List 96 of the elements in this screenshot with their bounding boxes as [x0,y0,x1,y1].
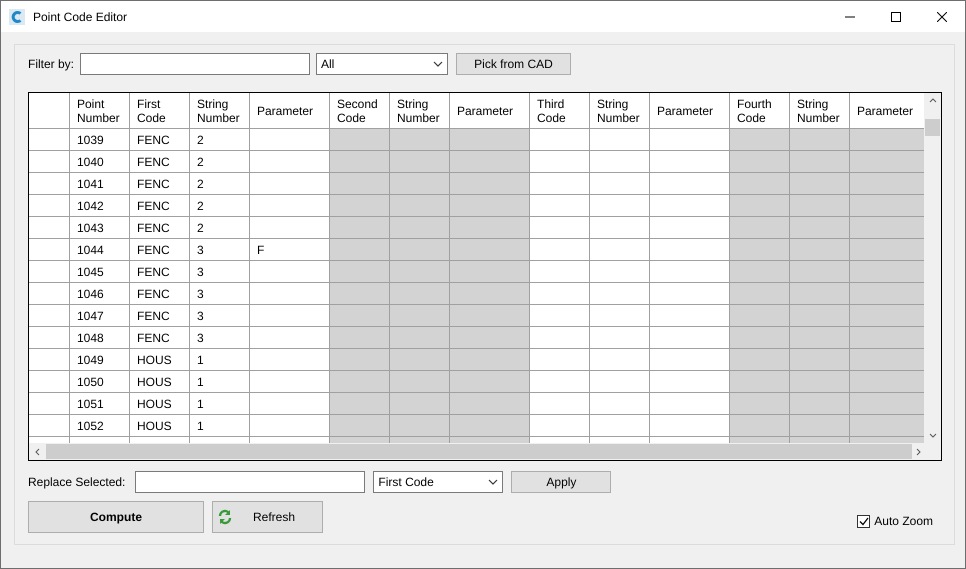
table-cell: FENC [130,261,190,283]
table-cell: 1048 [70,327,130,349]
table-cell: F [250,239,330,261]
row-header[interactable] [29,129,70,151]
table-cell: FENC [130,283,190,305]
table-cell: FENC [130,305,190,327]
table-cell: 3 [190,261,250,283]
table-cell: 2 [190,195,250,217]
table-cell: HOUS [130,415,190,437]
column-header[interactable]: Parameter [450,93,530,129]
table-cell: 3 [190,305,250,327]
filter-dropdown[interactable]: All [316,53,448,75]
table-cell: FENC [130,217,190,239]
table-cell: 1040 [70,151,130,173]
chevron-down-icon [433,61,444,67]
table-cell: FENC [130,239,190,261]
app-logo-icon [9,8,25,24]
row-header[interactable] [29,305,70,327]
table-cell: HOUS [130,371,190,393]
column-header[interactable]: String Number [390,93,450,129]
column-header[interactable]: First Code [130,93,190,129]
row-header[interactable] [29,349,70,371]
horizontal-scrollbar[interactable] [29,443,941,460]
table-cell: 2 [190,217,250,239]
table-cell: 1051 [70,393,130,415]
replace-field[interactable] [135,471,366,493]
table-cell: FENC [130,327,190,349]
table-cell: HOUS [130,393,190,415]
table-cell: FENC [130,129,190,151]
scroll-thumb[interactable] [46,444,912,459]
column-header[interactable]: String Number [190,93,250,129]
table-cell: 1 [190,349,250,371]
table-cell: 1046 [70,283,130,305]
column-header[interactable]: Parameter [250,93,330,129]
row-header[interactable] [29,393,70,415]
column-header[interactable]: Parameter [650,93,730,129]
table-cell: 1 [190,393,250,415]
auto-zoom-checkbox[interactable] [857,514,870,528]
row-header[interactable] [29,283,70,305]
column-header[interactable]: Fourth Code [730,93,790,129]
table-cell: 1049 [70,349,130,371]
scroll-up-icon[interactable] [928,98,936,103]
table-cell: FENC [130,195,190,217]
table-cell: 1044 [70,239,130,261]
replace-selected-label: Replace Selected: [28,475,126,489]
table-cell: 1 [190,371,250,393]
scroll-left-icon[interactable] [35,448,40,456]
table-cell: FENC [130,151,190,173]
column-header[interactable]: Point Number [70,93,130,129]
chevron-down-icon [488,479,498,485]
filter-label: Filter by: [28,57,74,71]
row-header[interactable] [29,371,70,393]
row-header[interactable] [29,327,70,349]
scroll-down-icon[interactable] [928,433,936,438]
compute-button[interactable]: Compute [28,501,204,533]
table-cell: 3 [190,327,250,349]
table-cell: 2 [190,129,250,151]
pick-from-cad-button[interactable]: Pick from CAD [456,53,572,75]
column-header[interactable]: String Number [590,93,650,129]
table-cell: 1 [190,415,250,437]
row-header[interactable] [29,415,70,437]
refresh-button[interactable]: Refresh [212,501,323,533]
apply-button[interactable]: Apply [511,471,612,493]
column-header[interactable]: String Number [790,93,850,129]
scroll-thumb[interactable] [925,119,940,136]
table-cell: 1043 [70,217,130,239]
table-cell: 1047 [70,305,130,327]
table-cell: HOUS [130,349,190,371]
window-title: Point Code Editor [33,10,128,24]
table-cell: FENC [130,173,190,195]
scroll-right-icon[interactable] [916,448,921,456]
table-cell: 1045 [70,261,130,283]
table-cell: 2 [190,173,250,195]
vertical-scrollbar[interactable] [924,93,941,443]
table-cell: 3 [190,283,250,305]
row-header[interactable] [29,195,70,217]
row-header[interactable] [29,151,70,173]
row-header[interactable] [29,217,70,239]
filter-field[interactable] [80,53,310,75]
table-cell: 1041 [70,173,130,195]
column-header[interactable]: Second Code [330,93,390,129]
replace-column-dropdown[interactable]: First Code [373,471,504,493]
column-header[interactable]: Third Code [530,93,590,129]
table-cell: 1039 [70,129,130,151]
maximize-icon [891,12,901,22]
close-icon [937,12,947,22]
table-cell: 1042 [70,195,130,217]
table-cell: 2 [190,151,250,173]
row-header[interactable] [29,173,70,195]
table-cell: 1050 [70,371,130,393]
row-header[interactable] [29,261,70,283]
refresh-icon [217,509,233,525]
row-header[interactable] [29,239,70,261]
table-cell: 3 [190,239,250,261]
table-cell: 1052 [70,415,130,437]
auto-zoom-label: Auto Zoom [874,514,933,528]
